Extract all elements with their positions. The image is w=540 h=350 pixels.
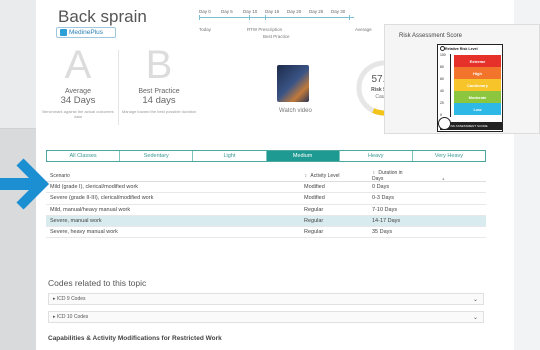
page-title: Back sprain	[58, 7, 147, 26]
header-activity[interactable]: ⇕ Activity Level	[304, 173, 372, 179]
risk-band-extreme: Extreme	[454, 55, 501, 67]
cell-activity: Modified	[304, 195, 325, 202]
tab-heavy[interactable]: Heavy	[340, 151, 413, 161]
timeline-line	[199, 17, 354, 18]
header-duration-label: Duration in Days	[372, 170, 403, 182]
cell-duration: 14-17 Days	[372, 218, 401, 225]
best-days: 14 days	[142, 95, 176, 106]
timeline-day: Day 10	[243, 9, 258, 14]
risk-tick: 20	[440, 101, 444, 105]
logo-icon	[60, 29, 67, 36]
sort-icon: ⇕	[304, 173, 308, 178]
logo-text: MedinePlus	[69, 29, 103, 36]
risk-tick: 100	[440, 53, 446, 57]
header-scenario[interactable]: Scenario	[46, 173, 304, 179]
risk-assessment-title: Risk Assessment Score	[399, 33, 463, 39]
average-label: Average	[65, 88, 91, 95]
cell-activity: Modified	[304, 184, 325, 191]
cell-activity: Regular	[304, 229, 324, 236]
icd9-accordion[interactable]: ▸ ICD 9 Codes ⌄	[48, 293, 484, 305]
timeline-tick	[199, 15, 200, 20]
table-row[interactable]: Severe, heavy manual work Regular 35 Day…	[46, 227, 486, 239]
cell-duration: 0-3 Days	[372, 195, 395, 202]
cell-duration: 35 Days	[372, 229, 393, 236]
scenario-table: Scenario ⇕ Activity Level ⇕ Duration in Da…	[46, 170, 486, 239]
sort-icon: ⇕	[372, 170, 376, 175]
timeline-tick	[249, 15, 250, 20]
cell-duration: 0 Days	[372, 184, 390, 191]
risk-tick: 60	[440, 77, 444, 81]
best-letter: B	[145, 43, 173, 87]
risk-tick: 80	[440, 65, 444, 69]
sort-up-icon: ▲	[441, 176, 446, 181]
cell-scenario: Severe (grade II-III), clerical/modified…	[50, 195, 154, 202]
average-letter: A	[64, 43, 92, 87]
chevron-down-icon: ⌄	[472, 297, 478, 303]
chevron-down-icon: ⌄	[472, 315, 478, 321]
timeline-day: Day 15	[265, 9, 280, 14]
risk-scale: Relative Risk Level 100 80 60 40 20 0 Ex…	[437, 44, 503, 132]
tab-light[interactable]: Light	[193, 151, 267, 161]
table-row-selected[interactable]: Severe, manual work Regular 14-17 Days	[46, 215, 486, 228]
tab-very-heavy[interactable]: Very Heavy	[413, 151, 485, 161]
cell-scenario: Severe, manual work	[50, 218, 102, 225]
timeline-day: Day 30	[331, 9, 346, 14]
table-header: Scenario ⇕ Activity Level ⇕ Duration in Da…	[46, 170, 486, 182]
risk-level-label: Relative Risk Level	[445, 47, 478, 51]
header-duration[interactable]: ⇕ Duration in Days ▲	[372, 170, 472, 182]
watch-video-link[interactable]: Watch video	[279, 108, 312, 114]
cell-activity: Regular	[304, 218, 324, 225]
card-divider	[118, 50, 119, 125]
timeline-best: Best Practice	[263, 34, 290, 39]
best-note: Manage toward the best possible duration	[121, 109, 197, 114]
risk-axis	[450, 54, 451, 117]
duration-timeline: Day 0 Day 5 Day 10 Day 15 Day 20 Day 25 …	[199, 9, 372, 49]
average-card: A Average 34 Days Benchmark against the …	[40, 45, 116, 119]
timeline-day: Day 25	[309, 9, 324, 14]
arrow-right-icon	[0, 158, 50, 210]
risk-marker-icon	[438, 117, 451, 130]
timeline-tick	[265, 15, 266, 20]
codes-section-title: Codes related to this topic	[48, 278, 147, 288]
cell-duration: 7-10 Days	[372, 206, 398, 213]
timeline-today: Today	[199, 27, 212, 32]
timeline-day: Day 5	[221, 9, 233, 14]
risk-band-moderate: Moderate	[454, 91, 501, 103]
risk-band-cautionary: Cautionary	[454, 79, 501, 91]
capabilities-section-title: Capabilities & Activity Modifications fo…	[48, 335, 222, 342]
video-thumbnail[interactable]	[277, 65, 309, 102]
tab-medium[interactable]: Medium	[266, 151, 340, 161]
risk-band-high: High	[454, 67, 501, 79]
risk-assessment-panel: Risk Assessment Score Relative Risk Leve…	[384, 24, 540, 134]
activity-level-tabs: All Classes Sedentary Light Medium Heavy…	[46, 150, 486, 162]
risk-tick: 40	[440, 89, 444, 93]
icd9-label: ICD 9 Codes	[56, 296, 86, 302]
timeline-average: Average	[355, 27, 372, 32]
icd10-accordion[interactable]: ▸ ICD 10 Codes ⌄	[48, 311, 484, 323]
timeline-day: Day 20	[287, 9, 302, 14]
risk-band-low: Low	[454, 103, 501, 115]
cell-activity: Regular	[304, 206, 324, 213]
best-practice-card: B Best Practice 14 days Manage toward th…	[121, 45, 197, 114]
cell-scenario: Mild, manual/heavy manual work	[50, 206, 131, 213]
cell-scenario: Severe, heavy manual work	[50, 229, 118, 236]
table-row[interactable]: Severe (grade II-III), clerical/modified…	[46, 193, 486, 205]
header-activity-label: Activity Level	[310, 173, 340, 179]
icd10-label: ICD 10 Codes	[56, 314, 89, 320]
medine-logo[interactable]: MedinePlus	[56, 27, 116, 38]
timeline-tick	[349, 15, 350, 20]
timeline-rtw: RTW Prescription	[247, 27, 283, 32]
average-note: Benchmark against the actual outcomes da…	[42, 109, 114, 119]
table-row[interactable]: Mild, manual/heavy manual work Regular 7…	[46, 205, 486, 216]
cell-scenario: Mild (grade I), clerical/modified work	[50, 184, 139, 191]
tab-sedentary[interactable]: Sedentary	[120, 151, 194, 161]
average-days: 34 Days	[60, 95, 96, 106]
timeline-day: Day 0	[199, 9, 211, 14]
table-row[interactable]: Mild (grade I), clerical/modified work M…	[46, 182, 486, 194]
best-label: Best Practice	[138, 88, 180, 95]
